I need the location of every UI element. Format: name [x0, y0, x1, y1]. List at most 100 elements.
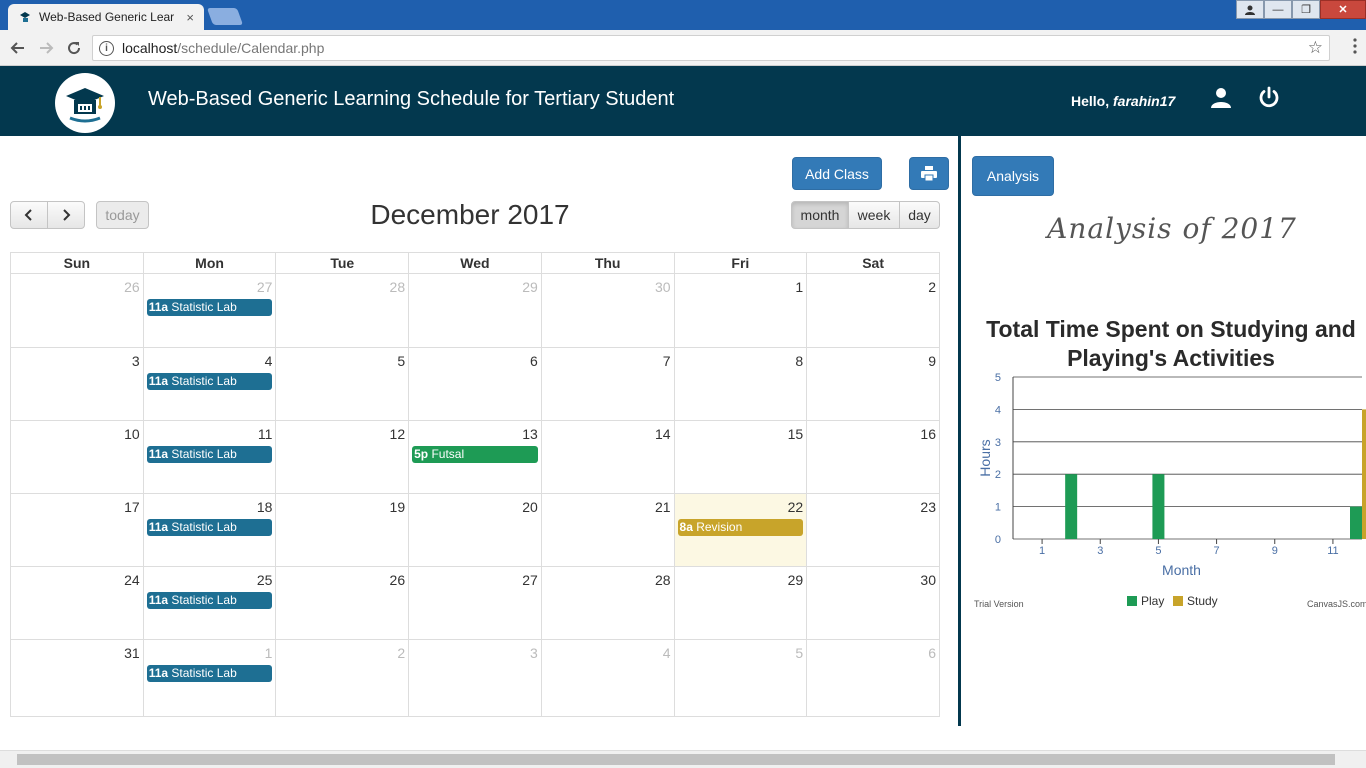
logout-power-icon[interactable] — [1257, 86, 1281, 110]
calendar-day-cell[interactable]: 1 — [673, 273, 808, 348]
event-title: Statistic Lab — [171, 374, 237, 388]
site-header: Web-Based Generic Learning Schedule for … — [0, 66, 1366, 136]
browser-tab[interactable]: Web-Based Generic Lear × — [8, 4, 204, 30]
calendar-day-cell[interactable]: 18 11a Statistic Lab — [142, 493, 277, 567]
info-icon[interactable]: i — [99, 40, 114, 56]
calendar-event[interactable]: 11a Statistic Lab — [146, 665, 273, 682]
calendar-day-cell[interactable]: 11 11a Statistic Lab — [142, 420, 277, 494]
calendar-day-cell[interactable]: 24 — [10, 566, 144, 640]
horizontal-scrollbar[interactable] — [0, 750, 1366, 768]
weekday-header: Sat — [806, 252, 940, 274]
today-button[interactable]: today — [96, 201, 149, 229]
day-number: 5 — [795, 645, 804, 661]
month-view-button[interactable]: month — [791, 201, 849, 229]
url-path: /schedule/Calendar.php — [177, 40, 325, 56]
calendar-day-cell[interactable]: 3 — [10, 347, 144, 421]
calendar-day-cell[interactable]: 26 — [275, 566, 410, 640]
browser-menu-icon[interactable] — [1352, 38, 1358, 54]
calendar-day-cell[interactable]: 20 — [408, 493, 542, 567]
calendar-day-cell[interactable]: 2 — [275, 639, 410, 717]
calendar-day-cell[interactable]: 6 — [408, 347, 542, 421]
tab-close-icon[interactable]: × — [186, 10, 194, 25]
day-view-button[interactable]: day — [899, 201, 940, 229]
calendar-day-cell[interactable]: 16 — [806, 420, 940, 494]
scrollbar-thumb[interactable] — [17, 754, 1335, 765]
calendar-day-cell[interactable]: 27 11a Statistic Lab — [142, 273, 277, 348]
calendar-day-cell[interactable]: 22 8a Revision — [673, 493, 808, 567]
calendar-event[interactable]: 11a Statistic Lab — [146, 519, 273, 536]
reload-icon[interactable] — [63, 37, 85, 59]
user-profile-icon[interactable] — [1209, 86, 1233, 110]
day-number: 13 — [522, 426, 538, 442]
day-number: 26 — [389, 572, 406, 588]
calendar-event[interactable]: 11a Statistic Lab — [146, 373, 273, 390]
weekday-header: Thu — [540, 252, 675, 274]
calendar-day-cell[interactable]: 17 — [10, 493, 144, 567]
username: farahin17 — [1113, 93, 1176, 109]
day-number: 27 — [256, 279, 273, 295]
calendar-day-cell[interactable]: 31 — [10, 639, 144, 717]
calendar-day-cell[interactable]: 8 — [673, 347, 808, 421]
chart-bar-play — [1065, 474, 1078, 539]
calendar-day-cell[interactable]: 14 — [540, 420, 675, 494]
minimize-button[interactable]: — — [1264, 0, 1292, 19]
forward-arrow-icon[interactable] — [35, 37, 57, 59]
calendar-title: December 2017 — [370, 199, 570, 230]
day-number: 26 — [124, 279, 140, 295]
event-time: 11a — [148, 666, 169, 680]
analysis-button[interactable]: Analysis — [972, 156, 1054, 196]
calendar-day-cell[interactable]: 15 — [673, 420, 808, 494]
calendar-day-cell[interactable]: 26 — [10, 273, 144, 348]
calendar-day-cell[interactable]: 12 — [275, 420, 410, 494]
calendar-day-cell[interactable]: 29 — [408, 273, 542, 348]
user-switch-icon[interactable] — [1236, 0, 1264, 19]
day-number: 28 — [389, 279, 406, 295]
calendar-day-cell[interactable]: 1 11a Statistic Lab — [142, 639, 277, 717]
calendar-day-cell[interactable]: 21 — [540, 493, 675, 567]
graduation-logo-icon[interactable] — [55, 73, 115, 133]
calendar-day-cell[interactable]: 30 — [806, 566, 940, 640]
calendar-day-cell[interactable]: 7 — [540, 347, 675, 421]
weekday-header: Mon — [142, 252, 277, 274]
browser-titlebar: Web-Based Generic Lear × — ❐ ✕ — [0, 0, 1366, 30]
calendar-day-cell[interactable]: 27 — [408, 566, 542, 640]
print-button[interactable] — [909, 157, 949, 190]
day-number: 23 — [920, 499, 936, 515]
calendar-day-cell[interactable]: 10 — [10, 420, 144, 494]
day-number: 5 — [397, 353, 406, 369]
new-tab-button[interactable] — [206, 8, 244, 25]
bookmark-star-icon[interactable]: ☆ — [1308, 38, 1323, 58]
calendar-day-cell[interactable]: 29 — [673, 566, 808, 640]
maximize-button[interactable]: ❐ — [1292, 0, 1320, 19]
next-month-button[interactable] — [47, 201, 85, 229]
calendar-day-cell[interactable]: 25 11a Statistic Lab — [142, 566, 277, 640]
week-view-button[interactable]: week — [848, 201, 900, 229]
address-bar[interactable]: i localhost/schedule/Calendar.php ☆ — [92, 35, 1330, 61]
month-calendar-grid: Sun Mon Tue Wed Thu Fri Sat 26 27 11a Statistic … — [10, 252, 940, 717]
calendar-day-cell[interactable]: 4 — [540, 639, 675, 717]
calendar-day-cell[interactable]: 30 — [540, 273, 675, 348]
calendar-day-cell[interactable]: 13 5p Futsal — [408, 420, 542, 494]
calendar-event[interactable]: 11a Statistic Lab — [146, 592, 273, 609]
calendar-day-cell[interactable]: 6 — [806, 639, 940, 717]
calendar-day-cell[interactable]: 9 — [806, 347, 940, 421]
prev-month-button[interactable] — [10, 201, 48, 229]
calendar-day-cell[interactable]: 28 — [275, 273, 410, 348]
calendar-day-cell[interactable]: 5 — [275, 347, 410, 421]
study-play-bar-chart: 0 1 2 3 4 5 1 3 5 7 9 11 Hours Month Trial Version Canv… — [974, 372, 1366, 609]
calendar-day-cell[interactable]: 3 — [408, 639, 542, 717]
calendar-day-cell[interactable]: 4 11a Statistic Lab — [142, 347, 277, 421]
calendar-event[interactable]: 11a Statistic Lab — [146, 446, 273, 463]
calendar-day-cell[interactable]: 2 — [806, 273, 940, 348]
calendar-day-cell[interactable]: 5 — [673, 639, 808, 717]
calendar-day-cell[interactable]: 23 — [806, 493, 940, 567]
event-time: 5p — [414, 447, 429, 461]
close-window-button[interactable]: ✕ — [1320, 0, 1366, 19]
add-class-button[interactable]: Add Class — [792, 157, 882, 190]
calendar-event[interactable]: 8a Revision — [677, 519, 804, 536]
calendar-day-cell[interactable]: 19 — [275, 493, 410, 567]
calendar-day-cell[interactable]: 28 — [540, 566, 675, 640]
calendar-event[interactable]: 5p Futsal — [412, 446, 538, 463]
back-arrow-icon[interactable] — [7, 37, 29, 59]
calendar-event[interactable]: 11a Statistic Lab — [146, 299, 273, 316]
